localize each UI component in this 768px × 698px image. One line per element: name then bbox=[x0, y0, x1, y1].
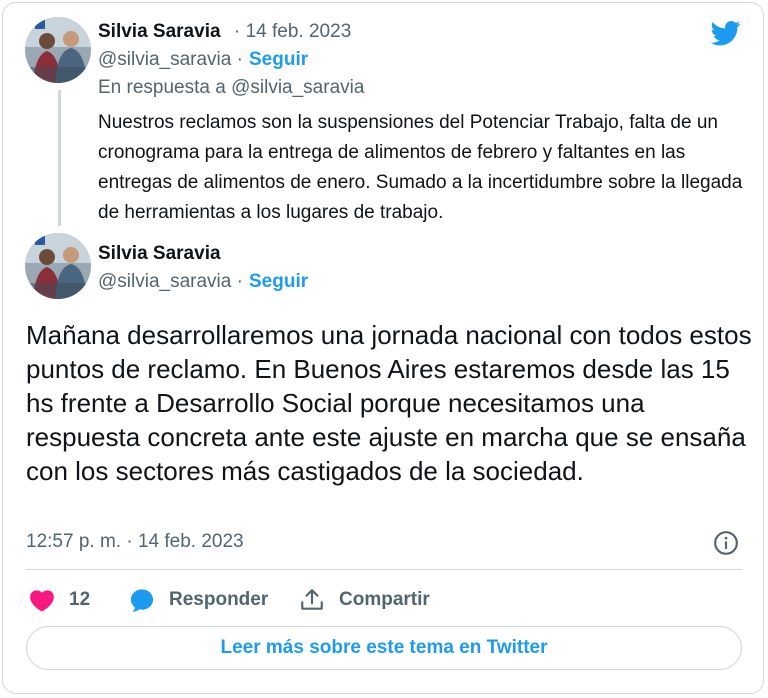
heart-icon bbox=[30, 590, 54, 612]
parent-tweet-text: Nuestros reclamos son la suspensiones de… bbox=[98, 112, 743, 223]
avatar[interactable] bbox=[25, 17, 91, 83]
reply-to-text: En respuesta a @silvia_saravia bbox=[98, 77, 365, 98]
share-label: Compartir bbox=[339, 589, 430, 610]
parent-follow-button[interactable]: Seguir bbox=[249, 49, 308, 71]
parent-date[interactable]: · 14 feb. 2023 bbox=[234, 21, 351, 43]
share-button[interactable]: Compartir bbox=[299, 584, 430, 616]
parent-handle[interactable]: @silvia_saravia · bbox=[98, 49, 243, 71]
reply-label: Responder bbox=[169, 589, 269, 610]
parent-author-name[interactable]: Silvia Saravia bbox=[98, 21, 221, 43]
like-count: 12 bbox=[69, 589, 91, 610]
thread-line bbox=[58, 90, 61, 226]
like-button[interactable]: 12 bbox=[29, 584, 90, 616]
main-handle[interactable]: @silvia_saravia · bbox=[98, 271, 243, 293]
twitter-bird-icon[interactable] bbox=[708, 18, 744, 48]
main-tweet-text: Mañana desarrollaremos una jornada nacio… bbox=[26, 320, 752, 486]
reply-bubble-icon bbox=[130, 589, 154, 612]
avatar[interactable] bbox=[25, 233, 91, 299]
tweet-timestamp[interactable]: 12:57 p. m. · 14 feb. 2023 bbox=[26, 531, 244, 553]
main-author-name[interactable]: Silvia Saravia bbox=[98, 243, 221, 265]
read-more-button[interactable]: Leer más sobre este tema en Twitter bbox=[26, 626, 742, 670]
reply-button[interactable]: Responder bbox=[129, 584, 268, 616]
info-icon[interactable] bbox=[713, 530, 739, 556]
divider bbox=[26, 569, 742, 570]
share-icon bbox=[301, 589, 323, 610]
main-follow-button[interactable]: Seguir bbox=[249, 271, 308, 293]
